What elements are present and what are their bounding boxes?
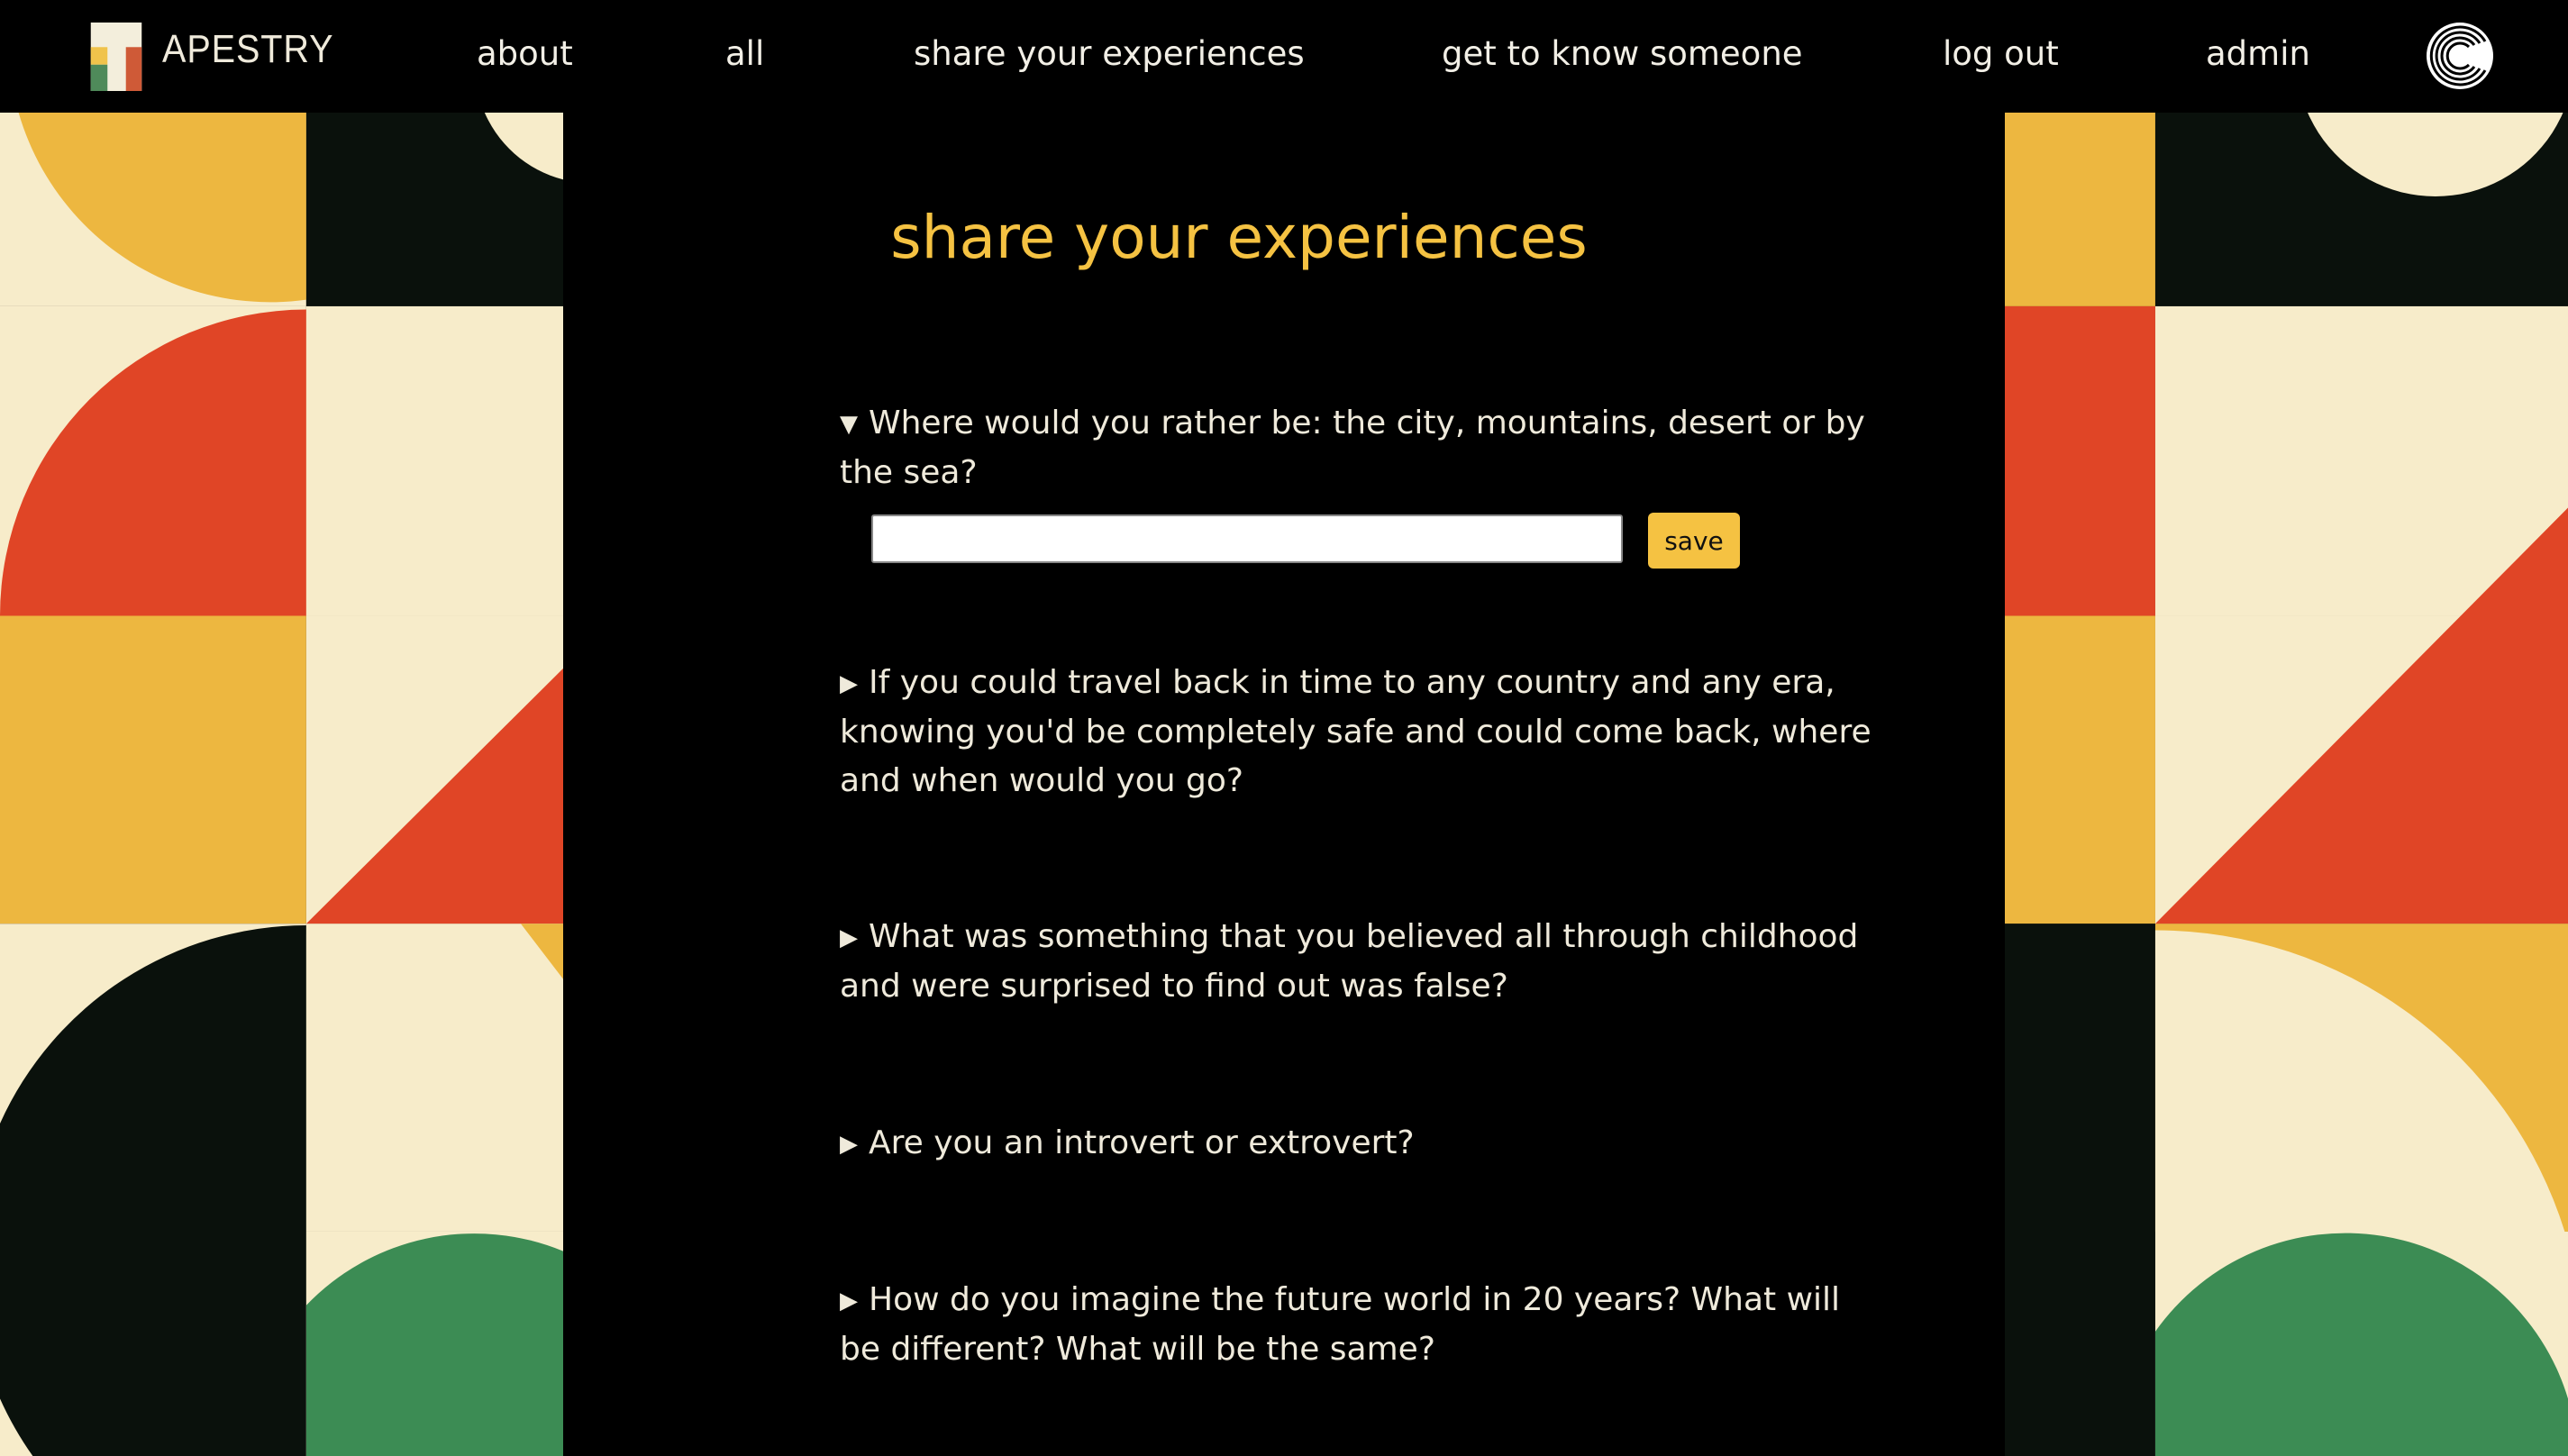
logo-text: APESTRY <box>162 27 334 71</box>
answer-input[interactable] <box>871 514 1623 563</box>
question-5[interactable]: ▶ How do you imagine the future world in … <box>840 1276 1876 1374</box>
nav-admin[interactable]: admin <box>2206 34 2310 73</box>
question-4[interactable]: ▶ Are you an introvert or extrovert? <box>840 1119 1876 1169</box>
tapestry-logo[interactable] <box>82 23 150 91</box>
collapsed-triangle-icon: ▶ <box>840 670 858 697</box>
page-title: share your experiences <box>890 203 1588 272</box>
question-3[interactable]: ▶ What was something that you believed al… <box>840 913 1876 1011</box>
user-avatar-icon[interactable] <box>2426 22 2494 90</box>
question-2[interactable]: ▶ If you could travel back in time to any… <box>840 659 1876 805</box>
collapsed-triangle-icon: ▶ <box>840 1288 858 1315</box>
collapsed-triangle-icon: ▶ <box>840 924 858 951</box>
main-panel: share your experiences ▼ Where would you … <box>563 113 2005 1456</box>
collapsed-triangle-icon: ▶ <box>840 1131 858 1158</box>
question-text: Are you an introvert or extrovert? <box>869 1124 1415 1161</box>
top-nav: APESTRY about all share your experiences… <box>0 0 2568 113</box>
save-button[interactable]: save <box>1648 513 1740 569</box>
nav-log-out[interactable]: log out <box>1943 34 2059 73</box>
nav-about[interactable]: about <box>477 34 573 73</box>
nav-all[interactable]: all <box>725 34 764 73</box>
question-text: What was something that you believed all… <box>840 918 1859 1005</box>
question-1[interactable]: ▼ Where would you rather be: the city, mo… <box>840 399 1876 497</box>
question-text: How do you imagine the future world in 2… <box>840 1281 1841 1368</box>
nav-share-your-experiences[interactable]: share your experiences <box>914 34 1305 73</box>
question-text: If you could travel back in time to any … <box>840 664 1871 799</box>
question-text: Where would you rather be: the city, mou… <box>840 405 1865 491</box>
nav-get-to-know-someone[interactable]: get to know someone <box>1442 34 1803 73</box>
expanded-triangle-icon: ▼ <box>840 411 858 438</box>
